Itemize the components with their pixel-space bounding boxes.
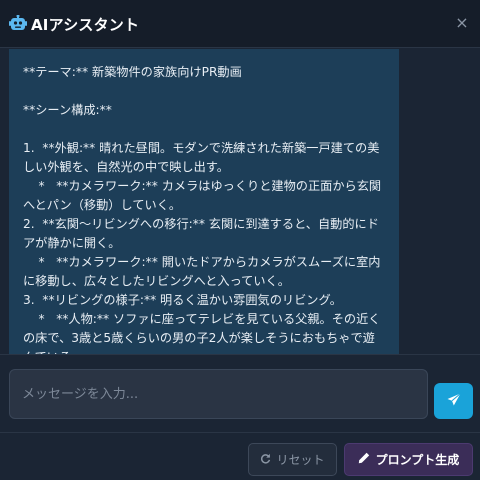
message-line: **シーン構成:** — [23, 103, 112, 117]
send-button[interactable] — [434, 383, 473, 419]
generate-label: プロンプト生成 — [375, 453, 460, 467]
send-icon — [447, 392, 461, 410]
panel-title: AIアシスタント — [31, 16, 140, 34]
reset-button[interactable]: リセット — [248, 443, 337, 476]
refresh-icon — [260, 453, 271, 467]
message-input-row — [0, 354, 480, 432]
reset-label: リセット — [276, 453, 325, 467]
message-line — [23, 82, 387, 101]
generate-prompt-button[interactable]: プロンプト生成 — [344, 443, 473, 476]
assistant-message-bubble: **テーマ:** 新築物件の家族向けPR動画 **シーン構成:** 1. **外… — [9, 49, 399, 354]
robot-icon — [9, 14, 27, 31]
message-line: * **カメラワーク:** カメラはゆっくりと建物の正面から玄関へとパン（移動）… — [23, 179, 382, 212]
panel-header: AIアシスタント × — [0, 0, 480, 48]
message-line: 1. **外観:** 晴れた昼間。モダンで洗練された新築一戸建ての美しい外観を、… — [23, 141, 380, 174]
ai-assistant-panel: AIアシスタント × **テーマ:** 新築物件の家族向けPR動画 **シーン構… — [0, 0, 480, 480]
message-line: * **カメラワーク:** 開いたドアからカメラがスムーズに室内に移動し、広々と… — [23, 255, 381, 288]
message-line: **テーマ:** 新築物件の家族向けPR動画 — [23, 65, 242, 79]
message-line: * **人物:** ソファに座ってテレビを見ている父親。その近くの床で、3歳と5… — [23, 312, 381, 354]
message-line — [23, 120, 387, 139]
chat-message-area[interactable]: **テーマ:** 新築物件の家族向けPR動画 **シーン構成:** 1. **外… — [0, 49, 480, 354]
message-input[interactable] — [9, 369, 428, 419]
message-line: 2. **玄関〜リビングへの移行:** 玄関に到達すると、自動的にドアが静かに開… — [23, 217, 379, 250]
pencil-icon — [358, 452, 370, 467]
panel-footer: リセット プロンプト生成 — [0, 432, 480, 480]
message-line: 3. **リビングの様子:** 明るく温かい雰囲気のリビング。 — [23, 293, 342, 307]
close-icon[interactable]: × — [452, 13, 472, 33]
